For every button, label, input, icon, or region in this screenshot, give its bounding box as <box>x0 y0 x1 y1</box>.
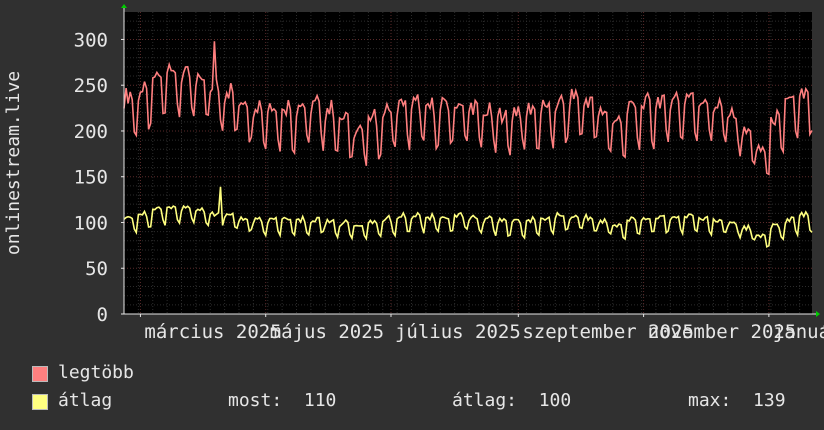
stat-average: átlag: 100 <box>452 390 572 411</box>
grid <box>123 12 812 314</box>
x-tick-label: július 2025 <box>395 321 521 343</box>
x-tick-label: március 2025 <box>144 321 281 343</box>
y-tick-label: 50 <box>85 258 108 280</box>
chart: 0 50 100 150 200 250 300 március 2025május 2025… <box>3 4 824 343</box>
legend-label-avg: átlag <box>58 390 113 411</box>
y-axis-label: onlinestream.live <box>3 71 24 255</box>
plot-area <box>124 12 812 314</box>
y-tick-label: 150 <box>74 167 108 189</box>
x-axis-arrow <box>816 311 820 317</box>
y-tick-label: 250 <box>74 75 108 97</box>
stat-current: most: 110 <box>228 390 337 411</box>
legend-row-avg: átlag most: 110 átlag: 100 max: 139 <box>32 390 812 418</box>
y-tick-label: 200 <box>74 121 108 143</box>
y-tick-label: 300 <box>74 29 108 51</box>
legend-swatch-avg <box>32 394 48 410</box>
legend-swatch-max <box>32 366 48 382</box>
stat-maximum: max: 139 <box>688 390 786 411</box>
legend-row-max: legtöbb <box>32 362 812 390</box>
y-axis-arrow <box>121 4 127 8</box>
y-tick-label: 100 <box>74 212 108 234</box>
legend-label-max: legtöbb <box>58 362 134 383</box>
y-tick-label: 0 <box>97 304 108 326</box>
x-tick-label: május 2025 <box>270 321 384 343</box>
legend: legtöbb átlag most: 110 átlag: 100 max: … <box>32 362 812 418</box>
x-tick-label: január 2026 <box>773 321 824 343</box>
